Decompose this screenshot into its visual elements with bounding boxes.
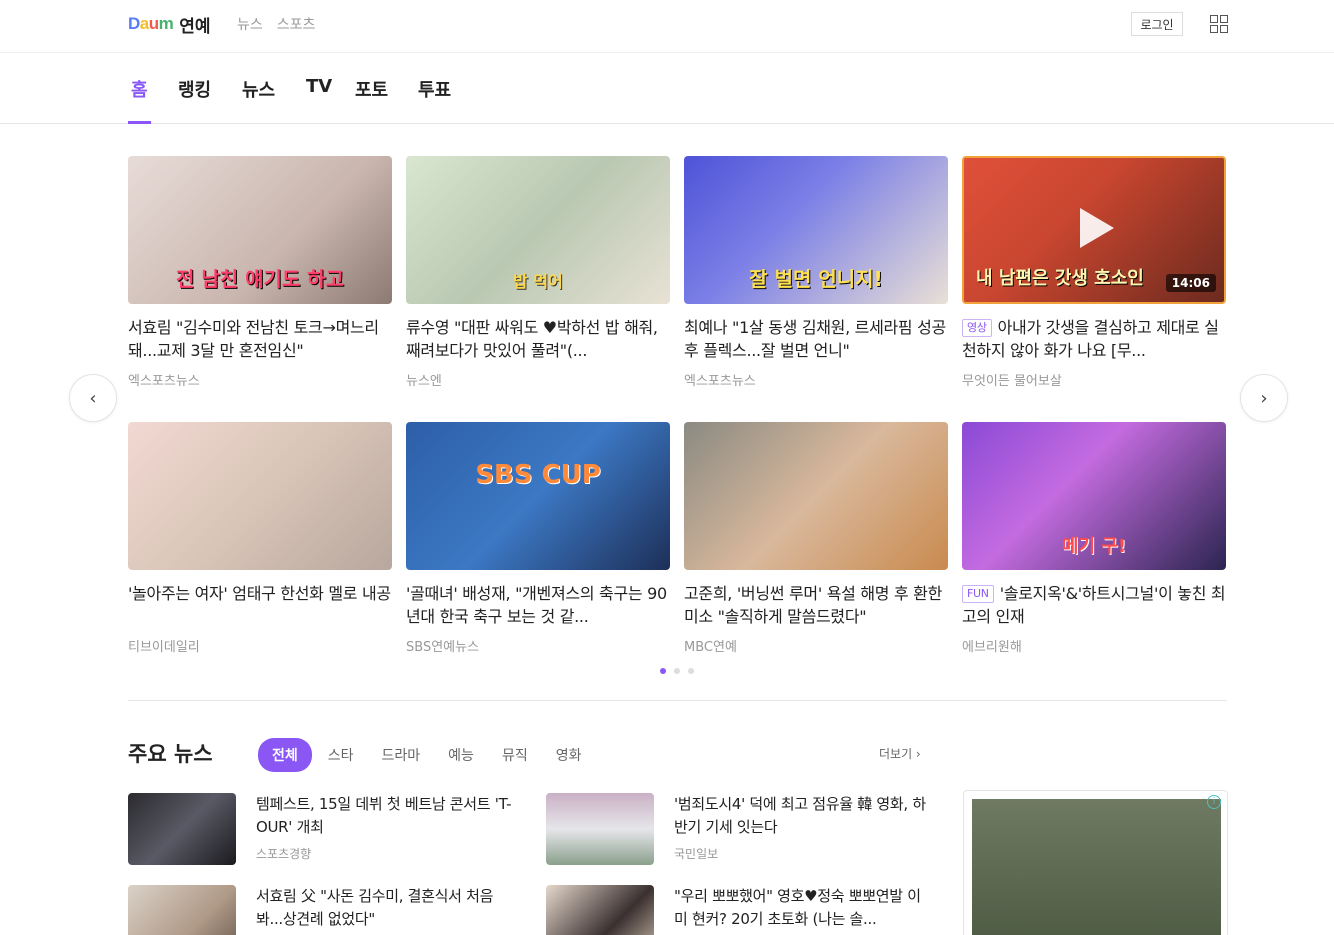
chevron-right-icon: ›: [1260, 387, 1268, 409]
top-bar: Daum 연예 뉴스 스포츠 로그인: [0, 0, 1334, 53]
ad-info-icon[interactable]: i: [1207, 795, 1221, 809]
news-headline[interactable]: "우리 뽀뽀했어" 영호♥정숙 뽀뽀연발 이미 현커? 20기 초토화 (나는 …: [674, 885, 934, 931]
category-star[interactable]: 스타: [328, 745, 354, 765]
section-divider: [128, 700, 1227, 701]
news-thumbnail[interactable]: [128, 885, 236, 935]
play-icon[interactable]: [1080, 208, 1114, 248]
daum-logo[interactable]: Daum 연예: [128, 12, 211, 37]
logo-wordmark: Daum: [128, 14, 174, 33]
carousel-card[interactable]: SBS CUP '골때녀' 배성재, "개벤져스의 축구는 90년대 한국 축구…: [406, 422, 670, 655]
card-source: 뉴스엔: [406, 374, 442, 389]
thumb-caption: 전 남친 얘기도 하고: [175, 267, 345, 291]
tab-ranking[interactable]: 랭킹: [178, 76, 211, 102]
card-title[interactable]: 류수영 "대판 싸워도 ♥박하선 밥 해줘, 째려보다가 맛있어 풀려"(...: [406, 316, 670, 362]
tab-vote[interactable]: 투표: [418, 76, 451, 102]
card-source: MBC연예: [684, 640, 737, 655]
card-thumbnail[interactable]: 전 남친 얘기도 하고: [128, 156, 392, 304]
card-title-text[interactable]: 아내가 갓생을 결심하고 제대로 실천하지 않아 화가 나요 [무...: [962, 318, 1219, 360]
card-title[interactable]: 영상 아내가 갓생을 결심하고 제대로 실천하지 않아 화가 나요 [무...: [962, 316, 1226, 362]
card-thumbnail[interactable]: SBS CUP: [406, 422, 670, 570]
news-item[interactable]: 템페스트, 15일 데뷔 첫 베트남 콘서트 'T-OUR' 개최 스포츠경향: [128, 793, 528, 867]
carousel-card[interactable]: 잘 벌면 언니지! 최예나 "1살 동생 김채원, 르세라핌 성공 후 플렉스.…: [684, 156, 948, 389]
card-thumbnail[interactable]: [128, 422, 392, 570]
card-thumbnail[interactable]: 밥 먹어: [406, 156, 670, 304]
carousel-card[interactable]: '놀아주는 여자' 엄태구 한선화 멜로 내공 티브이데일리: [128, 422, 392, 655]
news-thumbnail[interactable]: [546, 793, 654, 865]
carousel-prev-button[interactable]: ‹: [69, 374, 117, 422]
page-dot-active[interactable]: [660, 668, 666, 674]
card-title[interactable]: FUN '솔로지옥'&'하트시그널'이 놓친 최고의 인재: [962, 582, 1226, 628]
card-title[interactable]: 서효림 "김수미와 전남친 토크→며느리 돼...교제 3달 만 혼전임신": [128, 316, 392, 362]
category-all[interactable]: 전체: [258, 738, 312, 772]
carousel-next-button[interactable]: ›: [1240, 374, 1288, 422]
news-item[interactable]: 서효림 父 "사돈 김수미, 결혼식서 처음 봐...상견례 없었다": [128, 885, 528, 935]
news-source: 스포츠경향: [256, 847, 312, 861]
section-title[interactable]: 연예: [179, 12, 210, 37]
card-source: 엑스포츠뉴스: [128, 374, 200, 389]
card-title[interactable]: 고준희, '버닝썬 루머' 욕설 해명 후 환한 미소 "솔직하게 말씀드렸다": [684, 582, 948, 628]
category-music[interactable]: 뮤직: [502, 745, 528, 765]
ad-image[interactable]: [972, 799, 1221, 935]
carousel-card[interactable]: 메기 구! FUN '솔로지옥'&'하트시그널'이 놓친 최고의 인재 에브리원해: [962, 422, 1226, 655]
card-source: 무엇이든 물어보살: [962, 374, 1062, 389]
news-item[interactable]: '범죄도시4' 덕에 최고 점유율 韓 영화, 하반기 기세 잇는다 국민일보: [546, 793, 946, 867]
news-item[interactable]: "우리 뽀뽀했어" 영호♥정숙 뽀뽀연발 이미 현커? 20기 초토화 (나는 …: [546, 885, 946, 935]
tab-news[interactable]: 뉴스: [242, 76, 275, 102]
top-nav: 뉴스 스포츠: [237, 14, 315, 34]
nav-sports[interactable]: 스포츠: [277, 14, 316, 34]
tab-photo[interactable]: 포토: [355, 76, 388, 102]
main-tabs: 홈 랭킹 뉴스 TV 포토 투표: [0, 54, 1334, 124]
video-badge: 영상: [962, 319, 992, 337]
card-source: 티브이데일리: [128, 640, 200, 655]
news-thumbnail[interactable]: [128, 793, 236, 865]
advertisement[interactable]: i: [963, 790, 1228, 935]
card-source: 엑스포츠뉴스: [684, 374, 756, 389]
card-title[interactable]: 최예나 "1살 동생 김채원, 르세라핌 성공 후 플렉스...잘 벌면 언니": [684, 316, 948, 362]
thumb-caption: 잘 벌면 언니지!: [749, 267, 883, 291]
page-dot[interactable]: [688, 668, 694, 674]
active-tab-indicator: [128, 121, 151, 124]
category-variety[interactable]: 예능: [448, 745, 474, 765]
card-title[interactable]: '골때녀' 배성재, "개벤져스의 축구는 90년대 한국 축구 보는 것 같.…: [406, 582, 670, 628]
card-thumbnail[interactable]: 잘 벌면 언니지!: [684, 156, 948, 304]
news-category-tabs: 전체 스타 드라마 예능 뮤직 영화: [258, 738, 609, 772]
nav-news[interactable]: 뉴스: [237, 14, 263, 34]
card-thumbnail[interactable]: 메기 구!: [962, 422, 1226, 570]
card-source: SBS연예뉴스: [406, 640, 480, 655]
carousel-pagination: [660, 668, 694, 674]
more-link[interactable]: 더보기 ›: [879, 745, 921, 762]
carousel-card[interactable]: 내 남편은 갓생 호소인 14:06 영상 아내가 갓생을 결심하고 제대로 실천…: [962, 156, 1226, 389]
category-drama[interactable]: 드라마: [382, 745, 421, 765]
news-headline[interactable]: 템페스트, 15일 데뷔 첫 베트남 콘서트 'T-OUR' 개최: [256, 793, 516, 839]
carousel-card[interactable]: 고준희, '버닝썬 루머' 욕설 해명 후 환한 미소 "솔직하게 말씀드렸다"…: [684, 422, 948, 655]
card-source: 에브리원해: [962, 640, 1022, 655]
news-thumbnail[interactable]: [546, 885, 654, 935]
chevron-left-icon: ‹: [89, 387, 97, 409]
login-button[interactable]: 로그인: [1131, 12, 1183, 36]
tab-tv[interactable]: TV: [306, 76, 332, 97]
news-headline[interactable]: 서효림 父 "사돈 김수미, 결혼식서 처음 봐...상견례 없었다": [256, 885, 516, 931]
card-thumbnail[interactable]: [684, 422, 948, 570]
video-duration: 14:06: [1165, 274, 1216, 292]
carousel-card[interactable]: 밥 먹어 류수영 "대판 싸워도 ♥박하선 밥 해줘, 째려보다가 맛있어 풀려…: [406, 156, 670, 389]
news-headline[interactable]: '범죄도시4' 덕에 최고 점유율 韓 영화, 하반기 기세 잇는다: [674, 793, 934, 839]
category-movie[interactable]: 영화: [556, 745, 582, 765]
thumb-caption: 밥 먹어: [513, 272, 563, 291]
page-dot[interactable]: [674, 668, 680, 674]
card-thumbnail[interactable]: 내 남편은 갓생 호소인 14:06: [962, 156, 1226, 304]
tab-home[interactable]: 홈: [131, 76, 148, 102]
card-title[interactable]: '놀아주는 여자' 엄태구 한선화 멜로 내공: [128, 582, 392, 628]
thumb-caption: 메기 구!: [1061, 536, 1127, 557]
fun-badge: FUN: [962, 585, 994, 603]
card-title-text[interactable]: '솔로지옥'&'하트시그널'이 놓친 최고의 인재: [962, 584, 1226, 626]
carousel-card[interactable]: 전 남친 얘기도 하고 서효림 "김수미와 전남친 토크→며느리 돼...교제 …: [128, 156, 392, 389]
thumb-caption: SBS CUP: [475, 460, 601, 490]
news-source: 국민일보: [674, 847, 719, 861]
app-grid-icon[interactable]: [1210, 15, 1228, 33]
main-news-title: 주요 뉴스: [128, 742, 213, 766]
